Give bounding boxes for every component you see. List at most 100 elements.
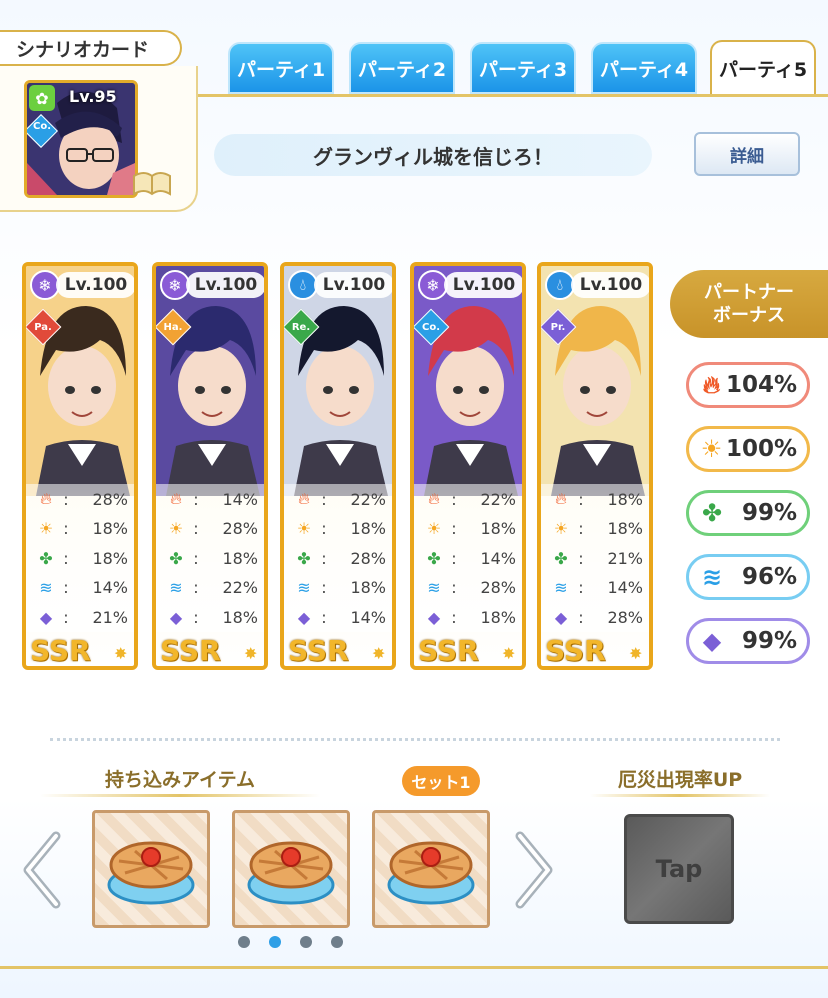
member-card-3[interactable]: 💧︎ Lv.100 Re. 🔥︎:22% ☀:18% ✤:28% ≋:18% ◆:14% SSR… <box>280 262 396 670</box>
member-card-4[interactable]: ❄ Lv.100 Co. 🔥︎:22% ☀:18% ✤:14% ≋:28% ◆:18% SSR ✸ <box>410 262 526 670</box>
section-divider <box>50 738 780 741</box>
disaster-section-title: 厄災出現率UP <box>617 769 743 791</box>
partner-bonus-gem: ◆ 99% <box>686 618 810 664</box>
page-dot-2[interactable] <box>269 936 281 948</box>
stat-colon: : <box>321 607 327 627</box>
clover-icon: ✤ <box>427 548 441 568</box>
page-dot-3[interactable] <box>300 936 312 948</box>
fire-icon: 🔥︎ <box>40 489 52 508</box>
rarity-label: SSR <box>30 634 91 667</box>
member-attr: Re. <box>291 321 311 333</box>
stat-row: ≋: 22% <box>166 575 262 601</box>
stat-colon: : <box>578 607 584 627</box>
scenario-card[interactable]: ✿ Lv.95 Co. <box>24 80 138 198</box>
item-slot-2[interactable] <box>232 810 350 928</box>
sun-icon: ☀ <box>38 519 54 538</box>
disaster-tap-button[interactable]: Tap <box>624 814 734 924</box>
stat-value: 28% <box>607 607 643 627</box>
stat-value: 22% <box>222 578 258 597</box>
stat-value: 18% <box>350 519 386 538</box>
stat-colon: : <box>321 548 327 568</box>
scenario-card-level: Lv.95 <box>69 87 117 106</box>
member-card-5[interactable]: 💧︎ Lv.100 Pr. 🔥︎:18% ☀:18% ✤:21% ≋:14% ◆:28% SSR… <box>537 262 653 670</box>
scenario-card-label: シナリオカード <box>0 30 182 66</box>
partner-bonus-value: 99% <box>741 628 797 654</box>
rarity-label: SSR <box>418 634 479 667</box>
gem-icon: ◆ <box>427 607 441 627</box>
tab-party-5[interactable]: パーティ5 <box>710 40 816 94</box>
sun-icon: ☀ <box>700 435 723 463</box>
wind-icon: ≋ <box>169 578 183 597</box>
sun-icon: ☀ <box>168 519 184 538</box>
member-card-2[interactable]: ❄ Lv.100 Ha. 🔥︎:14% ☀:28% ✤:18% ≋:22% ◆:18% SSR ✸ <box>152 262 268 670</box>
partner-bonus-title-line1: パートナー <box>704 282 794 303</box>
member-card-1[interactable]: ❄ Lv.100 Pa. 🔥︎:28% ☀:18% ✤:18% ≋:14% ◆:21% SSR ✸ <box>22 262 138 670</box>
stat-colon: : <box>193 578 199 597</box>
star-icon: ✸ <box>372 644 386 663</box>
prev-arrow-icon[interactable] <box>20 830 64 910</box>
fire-icon: 🔥︎ <box>428 489 440 508</box>
member-level: Lv.100 <box>56 272 134 298</box>
fire-icon: 🔥︎ <box>555 489 567 508</box>
member-level: Lv.100 <box>444 272 522 298</box>
stat-value: 18% <box>350 578 386 597</box>
partner-bonus-sun: ☀ 100% <box>686 426 810 472</box>
member-level: Lv.100 <box>314 272 392 298</box>
stat-row: 🔥︎: 18% <box>551 486 647 512</box>
member-level: Lv.100 <box>186 272 264 298</box>
item-slot-3[interactable] <box>372 810 490 928</box>
tab-party-4[interactable]: パーティ4 <box>591 42 697 94</box>
stat-row: ≋: 28% <box>424 575 520 601</box>
stat-row: ☀: 28% <box>166 516 262 542</box>
items-section-title: 持ち込みアイテム <box>104 769 256 791</box>
member-portrait <box>284 266 392 496</box>
stat-colon: : <box>321 519 327 538</box>
stat-colon: : <box>193 519 199 538</box>
page-dot-1[interactable] <box>238 936 250 948</box>
clover-icon: ✤ <box>297 548 311 568</box>
wind-icon: ≋ <box>39 578 53 597</box>
member-level: Lv.100 <box>571 272 649 298</box>
member-attr: Co. <box>421 321 440 333</box>
stat-row: 🔥︎: 28% <box>36 486 132 512</box>
stat-value: 18% <box>222 548 258 568</box>
clover-icon: ✤ <box>39 548 53 568</box>
partner-bonus-title: パートナー ボーナス <box>670 270 828 338</box>
wind-icon: ≋ <box>297 578 311 597</box>
partner-bonus-value: 100% <box>725 436 797 462</box>
stat-value: 28% <box>480 578 516 597</box>
stat-colon: : <box>451 519 457 538</box>
stat-colon: : <box>451 607 457 627</box>
fire-icon: 🔥︎ <box>170 489 182 508</box>
stat-value: 14% <box>92 578 128 597</box>
wind-icon: ≋ <box>427 578 441 597</box>
clover-icon: ✤ <box>169 548 183 568</box>
tab-party-1[interactable]: パーティ1 <box>228 42 334 94</box>
detail-button[interactable]: 詳細 <box>694 132 800 176</box>
star-icon: ✸ <box>502 644 516 663</box>
gem-icon: ◆ <box>297 607 311 627</box>
stat-row: ◆: 21% <box>36 604 132 630</box>
stat-value: 18% <box>480 607 516 627</box>
stat-value: 14% <box>480 548 516 568</box>
stat-row: ◆: 28% <box>551 604 647 630</box>
stat-colon: : <box>193 548 199 568</box>
stat-row: ☀: 18% <box>36 516 132 542</box>
stat-colon: : <box>63 578 69 597</box>
tab-party-2[interactable]: パーティ2 <box>349 42 455 94</box>
set-badge[interactable]: セット1 <box>402 766 480 796</box>
stat-row: ≋: 14% <box>551 575 647 601</box>
wind-icon: ≋ <box>554 578 568 597</box>
item-slot-1[interactable] <box>92 810 210 928</box>
stat-value: 14% <box>222 489 258 509</box>
rarity-label: SSR <box>288 634 349 667</box>
page-dot-4[interactable] <box>331 936 343 948</box>
fire-icon: 🔥︎ <box>702 371 721 399</box>
stat-colon: : <box>451 548 457 568</box>
tab-party-3[interactable]: パーティ3 <box>470 42 576 94</box>
member-portrait <box>156 266 264 496</box>
clover-icon: ✤ <box>701 499 723 527</box>
member-attr: Ha. <box>163 321 183 333</box>
next-arrow-icon[interactable] <box>512 830 556 910</box>
star-icon: ✸ <box>114 644 128 663</box>
